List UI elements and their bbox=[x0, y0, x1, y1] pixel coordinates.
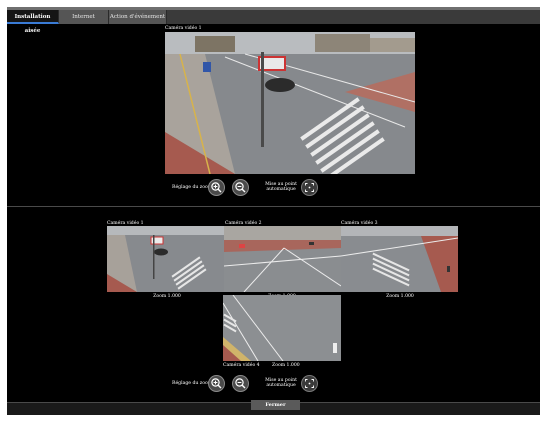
tab-internet[interactable]: Internet bbox=[59, 10, 109, 24]
tab-installation-aisee[interactable]: Installation aisée bbox=[7, 10, 59, 34]
zoom-out-button[interactable] bbox=[232, 179, 249, 196]
close-button[interactable]: Fermer bbox=[251, 400, 300, 410]
zoom-in-icon bbox=[211, 182, 222, 193]
autofocus-label: Mise au point automatique bbox=[262, 182, 300, 192]
multi-camera-1-feed bbox=[107, 226, 224, 292]
zoom-in-icon bbox=[211, 378, 222, 389]
main-camera-feed bbox=[165, 32, 415, 174]
tab-bar: Installation aisée Internet Action d'évé… bbox=[7, 10, 540, 34]
autofocus-label-line2: automatique bbox=[266, 187, 296, 192]
multi-autofocus-button[interactable] bbox=[301, 375, 318, 392]
multi-camera-4-zoom: Zoom 1.000 bbox=[272, 363, 300, 368]
main-camera-title: Caméra vidéo 1 bbox=[165, 26, 202, 31]
section-divider bbox=[7, 206, 540, 207]
zoom-out-icon bbox=[235, 182, 246, 193]
multi-zoom-out-button[interactable] bbox=[232, 375, 249, 392]
tab-action-evenement[interactable]: Action d'événement bbox=[109, 10, 167, 24]
zoom-out-icon bbox=[235, 378, 246, 389]
multi-camera-4-feed bbox=[223, 295, 341, 361]
autofocus-button[interactable] bbox=[301, 179, 318, 196]
multi-camera-2-feed bbox=[224, 226, 341, 292]
multi-camera-4-title: Caméra vidéo 4 bbox=[223, 363, 260, 368]
multi-zoom-in-button[interactable] bbox=[208, 375, 225, 392]
multi-zoom-adjust-label: Réglage du zoom bbox=[172, 381, 213, 386]
autofocus-icon bbox=[305, 183, 314, 192]
settings-panel: Installation aisée Internet Action d'évé… bbox=[7, 7, 540, 415]
autofocus-icon bbox=[305, 379, 314, 388]
multi-camera-3-feed bbox=[341, 226, 458, 292]
multi-autofocus-label-line2: automatique bbox=[266, 383, 296, 388]
multi-camera-3-zoom: Zoom 1.000 bbox=[386, 294, 414, 299]
zoom-in-button[interactable] bbox=[208, 179, 225, 196]
multi-camera-1-zoom: Zoom 1.000 bbox=[153, 294, 181, 299]
multi-autofocus-label: Mise au point automatique bbox=[262, 378, 300, 388]
zoom-adjust-label: Réglage du zoom bbox=[172, 185, 213, 190]
